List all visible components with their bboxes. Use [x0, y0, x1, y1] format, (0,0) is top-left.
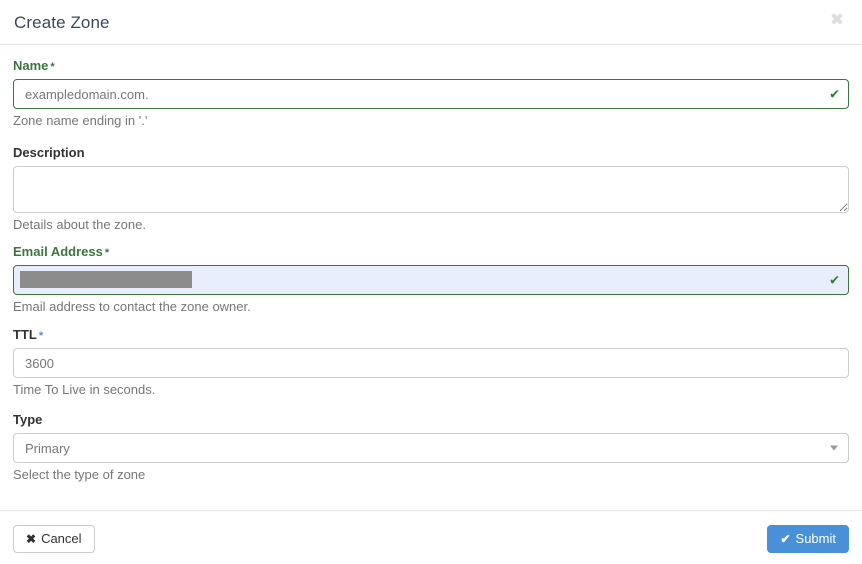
name-label-text: Name — [13, 58, 49, 73]
field-group-ttl: TTL* Time To Live in seconds. — [13, 327, 849, 398]
email-label: Email Address * — [13, 244, 849, 260]
name-input[interactable] — [13, 79, 849, 109]
email-input-wrap: ✔ — [13, 265, 849, 295]
ttl-help-text: Time To Live in seconds. — [13, 382, 156, 397]
description-help-text: Details about the zone. — [13, 217, 146, 232]
required-asterisk: * — [38, 330, 44, 342]
create-zone-dialog: Create Zone ✖ Name* ✔ Zone name ending i… — [0, 0, 862, 564]
close-x-icon[interactable]: ✖ — [825, 8, 849, 32]
submit-button[interactable]: ✔ Submit — [767, 525, 849, 553]
field-group-email: Email Address * ✔ Email address to contac… — [13, 244, 849, 315]
page-title: Create Zone — [14, 13, 110, 32]
required-asterisk: * — [104, 247, 110, 259]
name-help-text: Zone name ending in '.' — [13, 113, 148, 128]
description-input-wrap — [13, 166, 849, 213]
type-help-text: Select the type of zone — [13, 467, 146, 482]
description-label: Description — [13, 145, 85, 160]
submit-button-label: Submit — [795, 531, 836, 546]
cancel-button-label: Cancel — [41, 531, 82, 546]
ttl-label-text: TTL — [13, 327, 37, 342]
cancel-button[interactable]: ✖ Cancel — [13, 525, 95, 553]
ttl-input[interactable] — [13, 348, 849, 378]
required-asterisk: * — [50, 61, 55, 73]
dialog-header: Create Zone ✖ — [0, 0, 862, 45]
ttl-input-wrap — [13, 348, 849, 378]
redacted-value-overlay — [20, 271, 192, 288]
ttl-label: TTL * — [13, 327, 849, 343]
type-select-wrap: Primary — [13, 433, 849, 463]
dialog-footer: ✖ Cancel ✔ Submit — [0, 510, 862, 564]
field-group-type: Type Primary Select the type of zone — [13, 412, 849, 483]
field-group-name: Name* ✔ Zone name ending in '.' — [13, 58, 849, 129]
email-help-text: Email address to contact the zone owner. — [13, 299, 251, 314]
dialog-body: Name* ✔ Zone name ending in '.' Descript… — [0, 45, 862, 510]
email-label-text: Email Address — [13, 244, 103, 259]
type-select[interactable]: Primary — [13, 433, 849, 463]
field-group-description: Description Details about the zone. — [13, 145, 849, 233]
description-textarea[interactable] — [13, 166, 849, 213]
name-label: Name * — [13, 58, 849, 74]
type-selected-value: Primary — [25, 440, 70, 456]
name-input-wrap: ✔ — [13, 79, 849, 109]
type-label: Type — [13, 412, 43, 427]
check-icon: ✔ — [780, 532, 791, 546]
close-x-icon: ✖ — [26, 532, 37, 546]
